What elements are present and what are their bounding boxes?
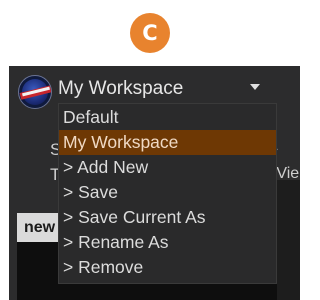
menu-item-remove[interactable]: > Remove — [59, 255, 276, 280]
side-panel — [277, 180, 300, 300]
menu-item-add-new[interactable]: > Add New — [59, 155, 276, 180]
workspace-select[interactable]: My Workspace — [54, 75, 266, 103]
menu-item-rename-as[interactable]: > Rename As — [59, 230, 276, 255]
caret-down-icon[interactable] — [250, 84, 260, 90]
menu-item-save-current-as[interactable]: > Save Current As — [59, 205, 276, 230]
app-window: My Workspace S T e Vie ❯ new Default My … — [9, 66, 300, 300]
menu-item-my-workspace[interactable]: My Workspace — [59, 130, 276, 155]
step-badge: C — [130, 13, 170, 53]
team-logo-icon — [18, 75, 52, 109]
workspace-dropdown-menu: Default My Workspace > Add New > Save > … — [58, 103, 277, 284]
menu-item-default[interactable]: Default — [59, 105, 276, 130]
menu-item-save[interactable]: > Save — [59, 180, 276, 205]
